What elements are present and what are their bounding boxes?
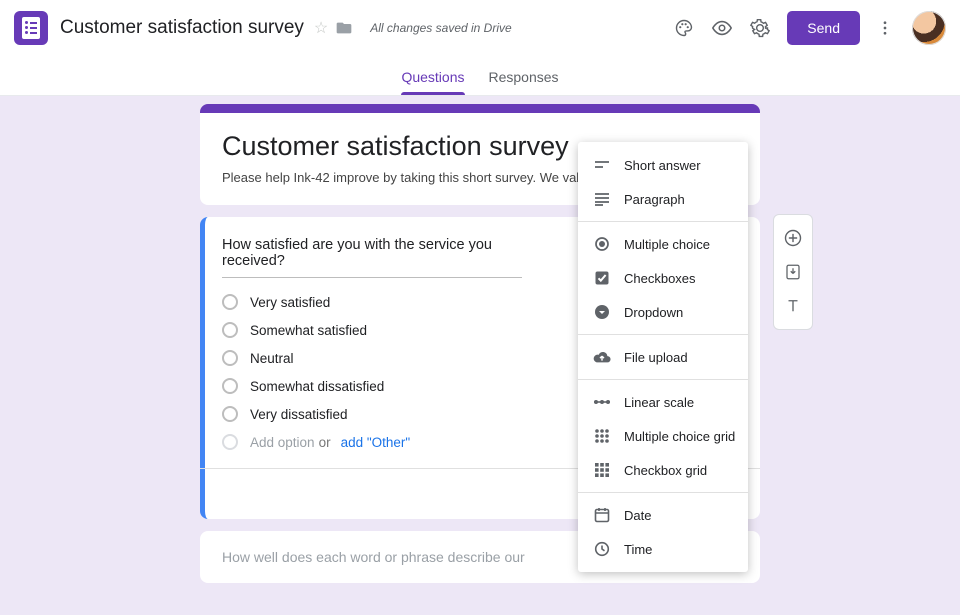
- menu-multiple-choice[interactable]: Multiple choice: [578, 227, 748, 261]
- menu-label: Checkboxes: [624, 271, 696, 286]
- save-status: All changes saved in Drive: [370, 21, 511, 35]
- account-avatar[interactable]: [912, 11, 946, 45]
- add-question-icon[interactable]: [781, 226, 805, 250]
- add-option-link[interactable]: Add option: [250, 435, 315, 450]
- menu-label: Dropdown: [624, 305, 683, 320]
- form-accent-bar: [200, 104, 760, 113]
- radio-icon: [222, 322, 238, 338]
- radio-icon: [222, 378, 238, 394]
- add-title-icon[interactable]: [781, 294, 805, 318]
- import-questions-icon[interactable]: [781, 260, 805, 284]
- option-label[interactable]: Very dissatisfied: [250, 407, 348, 422]
- menu-time[interactable]: Time: [578, 532, 748, 566]
- menu-label: Paragraph: [624, 192, 685, 207]
- menu-short-answer[interactable]: Short answer: [578, 148, 748, 182]
- palette-icon[interactable]: [667, 11, 701, 45]
- radio-icon: [222, 350, 238, 366]
- menu-label: Multiple choice: [624, 237, 710, 252]
- tab-bar: Questions Responses: [0, 56, 960, 96]
- menu-multiple-choice-grid[interactable]: Multiple choice grid: [578, 419, 748, 453]
- question-rail: [773, 214, 813, 330]
- settings-icon[interactable]: [743, 11, 777, 45]
- add-other-link[interactable]: add "Other": [341, 435, 411, 450]
- radio-icon: [222, 434, 238, 450]
- menu-checkbox-grid[interactable]: Checkbox grid: [578, 453, 748, 487]
- app-bar: Customer satisfaction survey ☆ All chang…: [0, 0, 960, 56]
- menu-paragraph[interactable]: Paragraph: [578, 182, 748, 216]
- radio-icon: [222, 406, 238, 422]
- menu-file-upload[interactable]: File upload: [578, 340, 748, 374]
- option-label[interactable]: Somewhat dissatisfied: [250, 379, 384, 394]
- paragraph-icon: [592, 189, 612, 209]
- menu-dropdown[interactable]: Dropdown: [578, 295, 748, 329]
- question-type-menu: Short answer Paragraph Multiple choice C…: [578, 142, 748, 572]
- menu-date[interactable]: Date: [578, 498, 748, 532]
- option-label[interactable]: Very satisfied: [250, 295, 330, 310]
- menu-separator: [578, 492, 748, 493]
- option-label[interactable]: Somewhat satisfied: [250, 323, 367, 338]
- more-icon[interactable]: [868, 11, 902, 45]
- cb-grid-icon: [592, 460, 612, 480]
- menu-label: Linear scale: [624, 395, 694, 410]
- tab-responses[interactable]: Responses: [489, 69, 559, 95]
- or-label: or: [319, 435, 331, 450]
- document-title[interactable]: Customer satisfaction survey: [60, 17, 304, 39]
- question-title[interactable]: How satisfied are you with the service y…: [222, 233, 522, 278]
- folder-icon[interactable]: [336, 21, 352, 35]
- menu-label: Multiple choice grid: [624, 429, 735, 444]
- short-answer-icon: [592, 155, 612, 175]
- preview-icon[interactable]: [705, 11, 739, 45]
- star-icon[interactable]: ☆: [314, 18, 328, 38]
- menu-label: Checkbox grid: [624, 463, 707, 478]
- option-label[interactable]: Neutral: [250, 351, 294, 366]
- menu-label: Date: [624, 508, 651, 523]
- menu-separator: [578, 334, 748, 335]
- send-button[interactable]: Send: [787, 11, 860, 45]
- linear-scale-icon: [592, 392, 612, 412]
- radio-icon: [222, 294, 238, 310]
- menu-label: File upload: [624, 350, 688, 365]
- menu-linear-scale[interactable]: Linear scale: [578, 385, 748, 419]
- next-question-preview: How well does each word or phrase descri…: [222, 549, 525, 565]
- checkboxes-icon: [592, 268, 612, 288]
- menu-label: Short answer: [624, 158, 701, 173]
- mc-grid-icon: [592, 426, 612, 446]
- file-upload-icon: [592, 347, 612, 367]
- menu-separator: [578, 221, 748, 222]
- menu-checkboxes[interactable]: Checkboxes: [578, 261, 748, 295]
- date-icon: [592, 505, 612, 525]
- multiple-choice-icon: [592, 234, 612, 254]
- dropdown-icon: [592, 302, 612, 322]
- menu-separator: [578, 379, 748, 380]
- menu-label: Time: [624, 542, 652, 557]
- tab-questions[interactable]: Questions: [401, 69, 464, 95]
- canvas: Customer satisfaction survey Please help…: [0, 96, 960, 615]
- time-icon: [592, 539, 612, 559]
- forms-logo[interactable]: [14, 11, 48, 45]
